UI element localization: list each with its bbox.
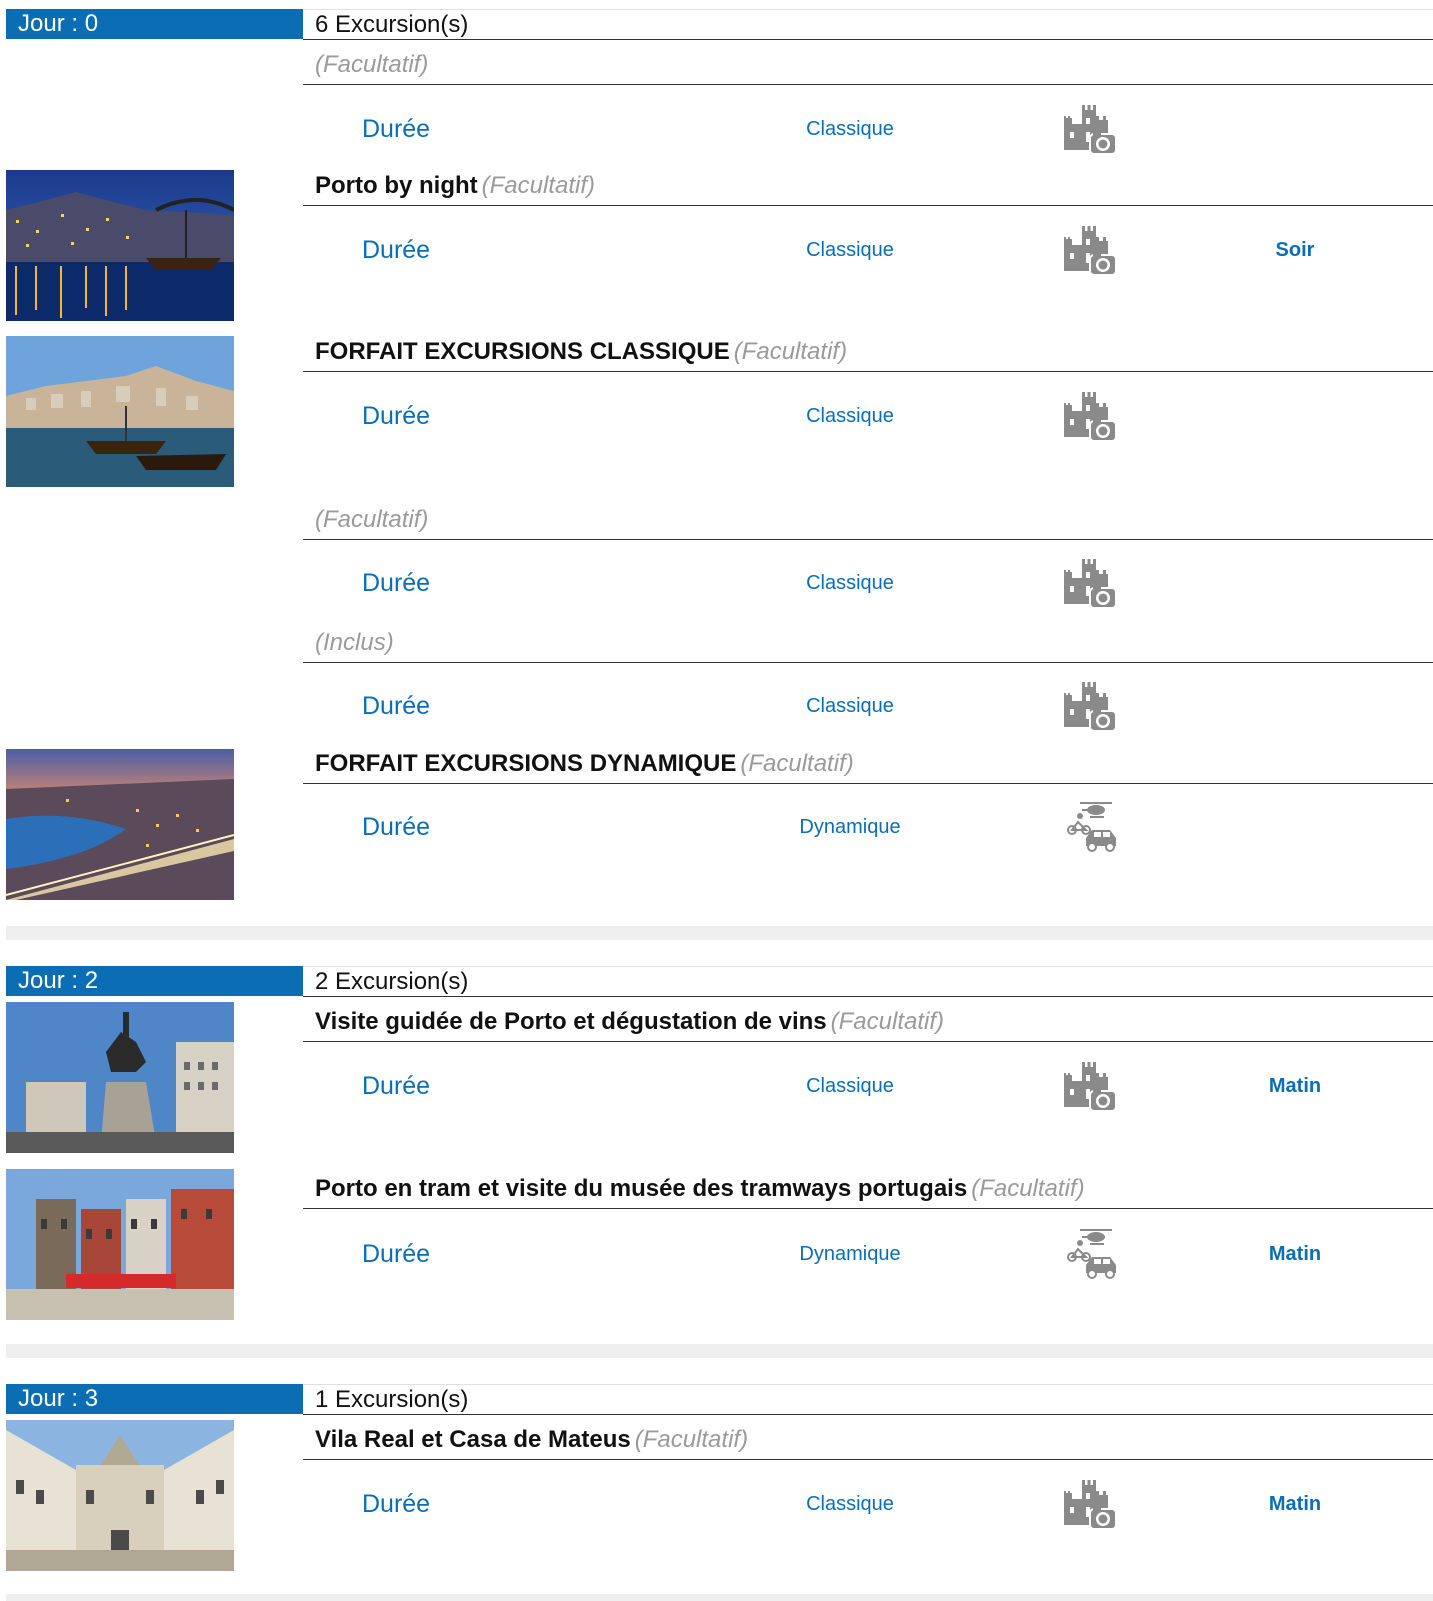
excursion-count: 2 Excursion(s) xyxy=(303,966,1433,997)
excursion-title-row[interactable]: FORFAIT EXCURSIONS DYNAMIQUE (Facultatif) xyxy=(303,744,1433,784)
excursion-title: FORFAIT EXCURSIONS CLASSIQUE xyxy=(315,338,730,365)
casa-mateus-photo xyxy=(6,1420,234,1571)
castle-camera-icon xyxy=(1062,389,1118,443)
duree-link[interactable]: Durée xyxy=(362,568,430,598)
excursion-title: Porto by night xyxy=(315,172,478,199)
excursion-moment: Matin xyxy=(1268,1493,1322,1515)
excursion-title-row[interactable]: Vila Real et Casa de Mateus (Facultatif) xyxy=(303,1420,1433,1460)
excursion-status: (Facultatif) xyxy=(481,172,596,199)
duree-link[interactable]: Durée xyxy=(362,401,430,431)
excursion-title-row[interactable]: (Inclus) xyxy=(303,623,1433,663)
equestrian-statue-photo xyxy=(6,1002,234,1153)
excursion-type: Classique xyxy=(806,1075,894,1097)
excursion-type: Classique xyxy=(806,695,894,717)
excursion-status: (Facultatif) xyxy=(315,51,429,78)
excursion-type: Classique xyxy=(806,572,894,594)
excursion-type: Dynamique xyxy=(799,1243,901,1265)
excursion-title-row[interactable]: (Facultatif) xyxy=(303,45,1433,85)
excursion-type: Classique xyxy=(806,1493,894,1515)
excursion-title: Porto en tram et visite du musée des tra… xyxy=(315,1175,968,1202)
excursion-moment: Matin xyxy=(1268,1075,1322,1097)
excursion-moment: Soir xyxy=(1275,239,1315,261)
duree-link[interactable]: Durée xyxy=(362,812,430,842)
excursion-status: (Facultatif) xyxy=(740,750,854,777)
excursion-status: (Facultatif) xyxy=(634,1426,749,1453)
helicopter-bike-car-icon xyxy=(1062,1227,1118,1281)
excursion-title-row[interactable]: FORFAIT EXCURSIONS CLASSIQUE (Facultatif) xyxy=(303,332,1433,372)
castle-camera-icon xyxy=(1062,1477,1118,1531)
castle-camera-icon xyxy=(1062,556,1118,610)
duree-link[interactable]: Durée xyxy=(362,1239,430,1269)
excursion-status: (Facultatif) xyxy=(733,338,848,365)
day-label: Jour : 3 xyxy=(6,1384,303,1414)
excursion-title-row[interactable]: Porto by night (Facultatif) xyxy=(303,166,1433,206)
day-separator xyxy=(6,926,1433,940)
excursion-title-row[interactable]: Visite guidée de Porto et dégustation de… xyxy=(303,1002,1433,1042)
castle-camera-icon xyxy=(1062,679,1118,733)
day-label: Jour : 0 xyxy=(6,9,303,39)
excursion-title: Vila Real et Casa de Mateus xyxy=(315,1426,631,1453)
excursion-title-row[interactable]: (Facultatif) xyxy=(303,500,1433,540)
ribeira-square-photo xyxy=(6,1169,234,1320)
excursion-moment: Matin xyxy=(1268,1243,1322,1265)
day-separator xyxy=(6,1344,1433,1358)
excursion-status: (Inclus) xyxy=(315,629,394,656)
excursion-title: Visite guidée de Porto et dégustation de… xyxy=(315,1008,827,1035)
day-label: Jour : 2 xyxy=(6,966,303,996)
porto-night-river-photo xyxy=(6,170,234,321)
excursion-count: 1 Excursion(s) xyxy=(303,1384,1433,1415)
excursion-count: 6 Excursion(s) xyxy=(303,9,1433,40)
excursion-title-row[interactable]: Porto en tram et visite du musée des tra… xyxy=(303,1169,1433,1209)
excursion-type: Classique xyxy=(806,118,894,140)
duree-link[interactable]: Durée xyxy=(362,691,430,721)
duree-link[interactable]: Durée xyxy=(362,235,430,265)
castle-camera-icon xyxy=(1062,223,1118,277)
duree-link[interactable]: Durée xyxy=(362,114,430,144)
excursion-title: FORFAIT EXCURSIONS DYNAMIQUE xyxy=(315,750,737,777)
helicopter-bike-car-icon xyxy=(1062,800,1118,854)
castle-camera-icon xyxy=(1062,102,1118,156)
excursion-status: (Facultatif) xyxy=(315,506,429,533)
excursion-type: Classique xyxy=(806,405,894,427)
porto-boats-photo xyxy=(6,336,234,487)
excursion-status: (Facultatif) xyxy=(830,1008,945,1035)
castle-camera-icon xyxy=(1062,1059,1118,1113)
porto-bridge-dusk-photo xyxy=(6,749,234,900)
duree-link[interactable]: Durée xyxy=(362,1071,430,1101)
duree-link[interactable]: Durée xyxy=(362,1489,430,1519)
excursion-status: (Facultatif) xyxy=(971,1175,1085,1202)
excursion-type: Dynamique xyxy=(799,816,901,838)
day-separator xyxy=(6,1594,1433,1601)
excursion-type: Classique xyxy=(806,239,894,261)
